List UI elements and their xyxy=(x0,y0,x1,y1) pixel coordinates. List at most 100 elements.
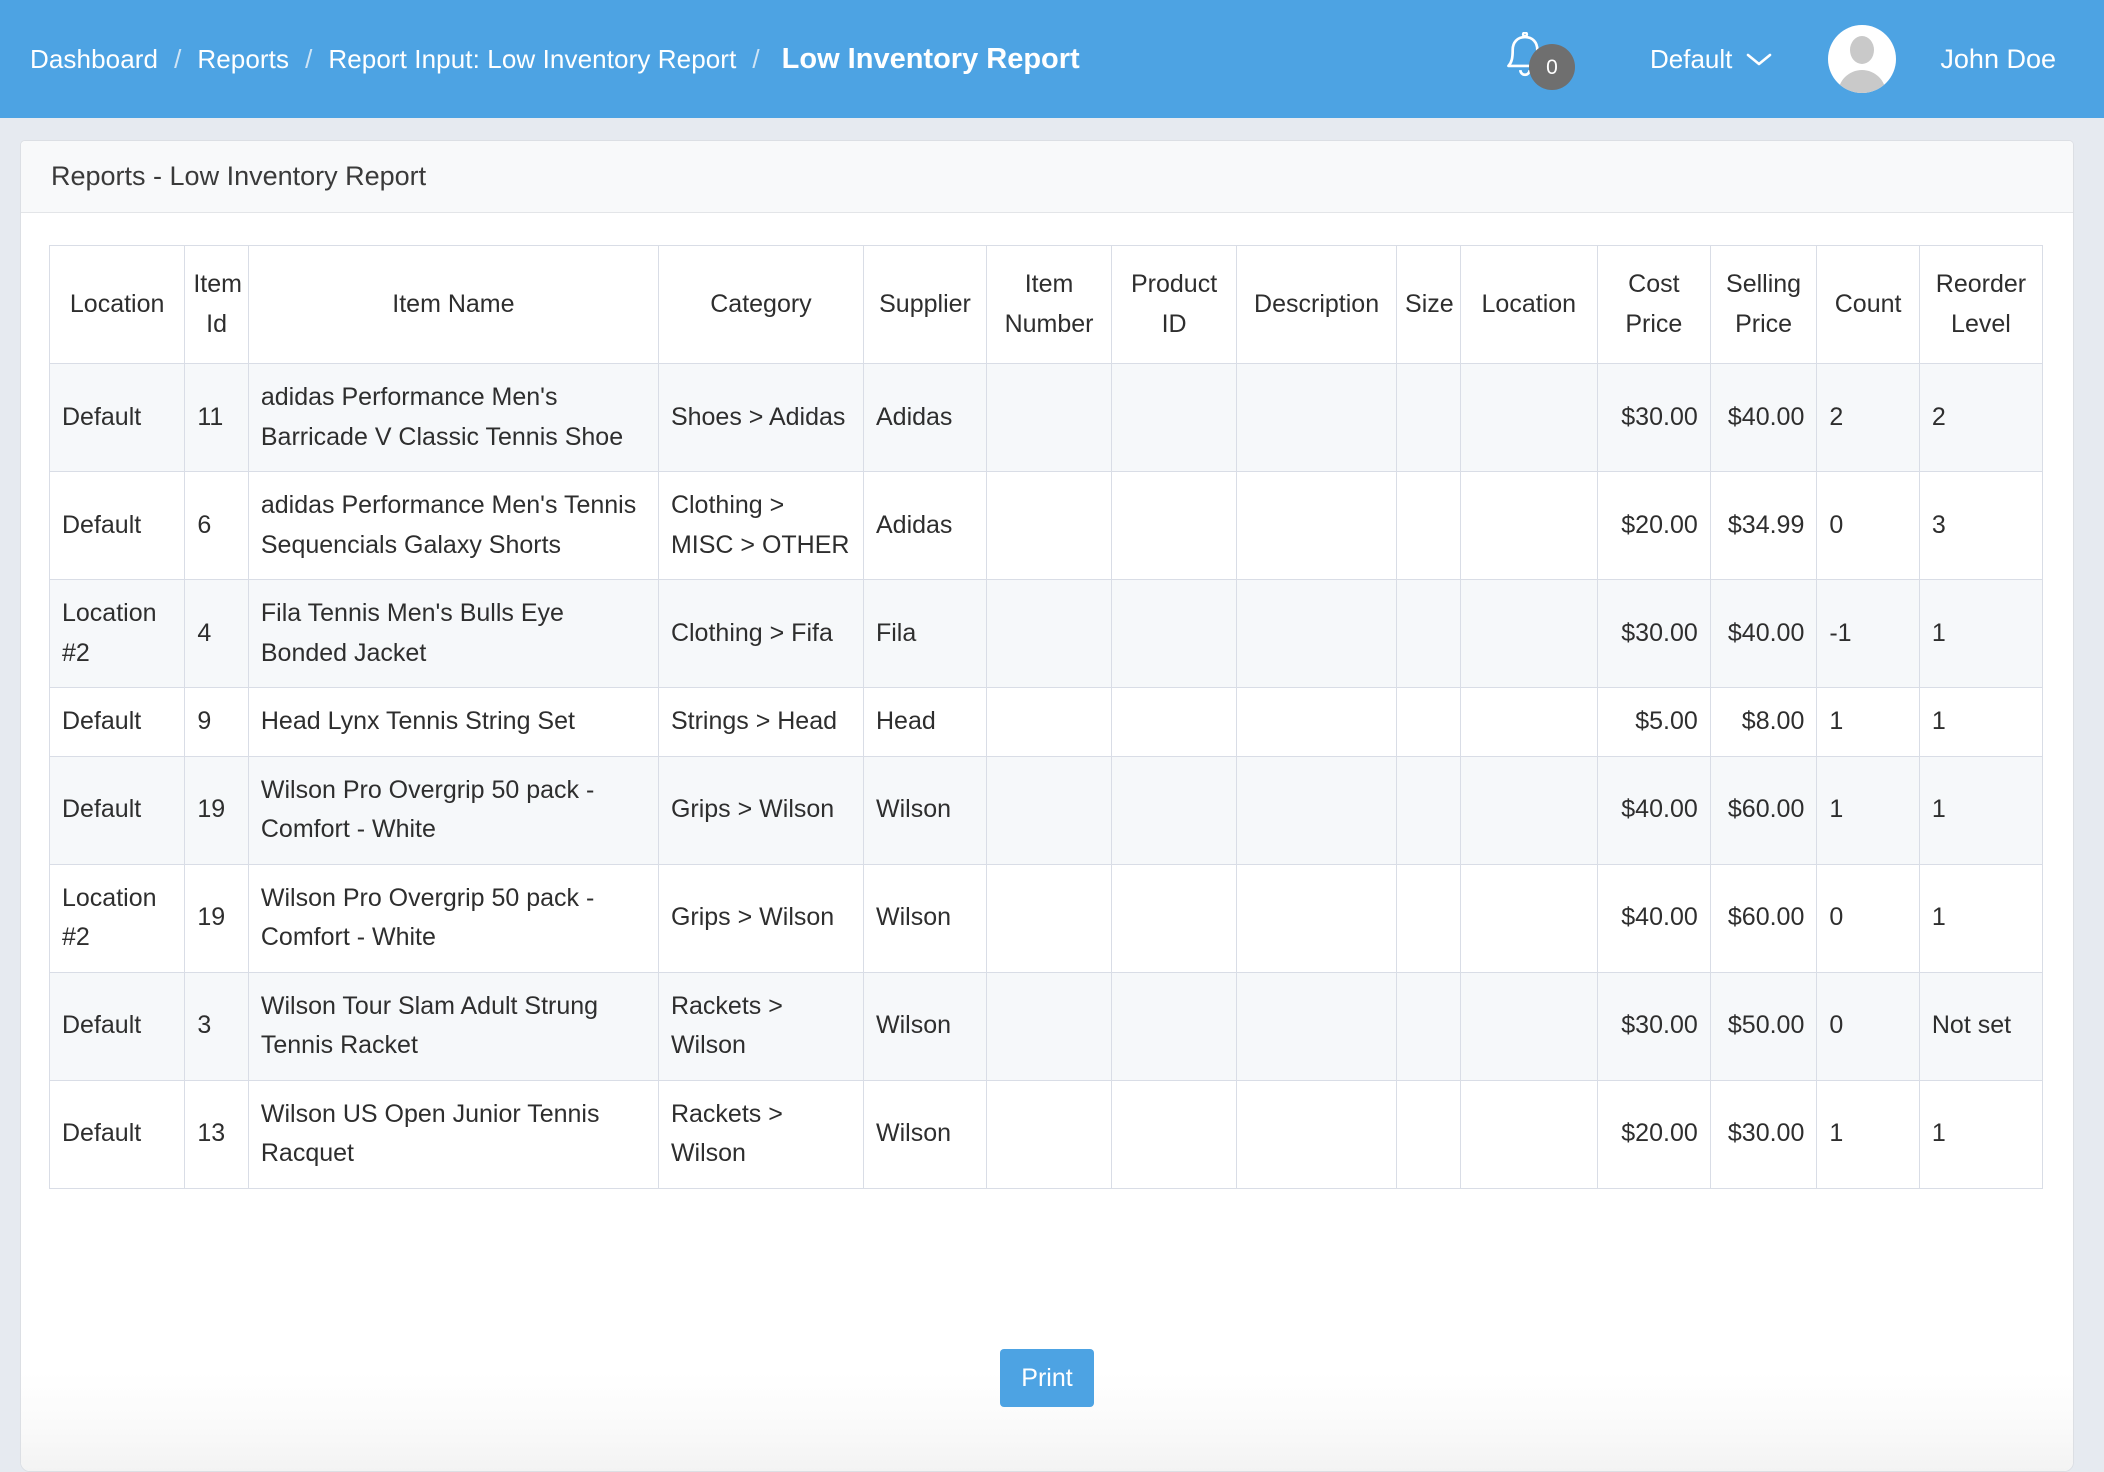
cell-location: Default xyxy=(50,688,185,757)
cell-item-id: 3 xyxy=(185,972,249,1080)
cell-size xyxy=(1397,1080,1461,1188)
page-scroll-gutter[interactable] xyxy=(2084,118,2104,1472)
table-header-row: Location Item Id Item Name Category Supp… xyxy=(50,246,2043,364)
cell-supplier: Wilson xyxy=(863,756,986,864)
column-header-product-id[interactable]: Product ID xyxy=(1112,246,1237,364)
cell-reorder-level: Not set xyxy=(1919,972,2042,1080)
cell-size xyxy=(1397,580,1461,688)
cell-count: 1 xyxy=(1817,756,1920,864)
cell-location-2 xyxy=(1460,756,1597,864)
cell-item-name: Head Lynx Tennis String Set xyxy=(248,688,658,757)
cell-cost-price: $40.00 xyxy=(1597,756,1710,864)
cell-location-2 xyxy=(1460,1080,1597,1188)
table-row: Default9Head Lynx Tennis String SetStrin… xyxy=(50,688,2043,757)
column-header-item-id[interactable]: Item Id xyxy=(185,246,249,364)
cell-item-id: 9 xyxy=(185,688,249,757)
column-header-supplier[interactable]: Supplier xyxy=(863,246,986,364)
cell-description xyxy=(1237,1080,1397,1188)
cell-supplier: Wilson xyxy=(863,972,986,1080)
cell-reorder-level: 1 xyxy=(1919,756,2042,864)
cell-selling-price: $8.00 xyxy=(1710,688,1817,757)
table-row: Default11adidas Performance Men's Barric… xyxy=(50,364,2043,472)
cell-size xyxy=(1397,972,1461,1080)
table-row: Default6adidas Performance Men's Tennis … xyxy=(50,472,2043,580)
cell-description xyxy=(1237,364,1397,472)
cell-item-name: Wilson Tour Slam Adult Strung Tennis Rac… xyxy=(248,972,658,1080)
cell-cost-price: $20.00 xyxy=(1597,472,1710,580)
column-header-selling-price[interactable]: Selling Price xyxy=(1710,246,1817,364)
notifications-button[interactable]: 0 xyxy=(1500,28,1576,90)
breadcrumb: Dashboard / Reports / Report Input: Low … xyxy=(30,43,1080,76)
user-name-label[interactable]: John Doe xyxy=(1940,44,2056,75)
cell-cost-price: $20.00 xyxy=(1597,1080,1710,1188)
column-header-item-number[interactable]: Item Number xyxy=(987,246,1112,364)
breadcrumb-item-dashboard[interactable]: Dashboard xyxy=(30,44,158,75)
cell-item-number xyxy=(987,756,1112,864)
notification-count-badge: 0 xyxy=(1529,44,1575,90)
cell-item-name: Wilson US Open Junior Tennis Racquet xyxy=(248,1080,658,1188)
table-header: Location Item Id Item Name Category Supp… xyxy=(50,246,2043,364)
column-header-reorder-level[interactable]: Reorder Level xyxy=(1919,246,2042,364)
cell-description xyxy=(1237,472,1397,580)
cell-cost-price: $30.00 xyxy=(1597,972,1710,1080)
cell-item-name: adidas Performance Men's Tennis Sequenci… xyxy=(248,472,658,580)
cell-item-name: Wilson Pro Overgrip 50 pack - Comfort - … xyxy=(248,756,658,864)
breadcrumb-separator: / xyxy=(752,44,759,75)
avatar[interactable] xyxy=(1828,25,1896,93)
cell-item-id: 13 xyxy=(185,1080,249,1188)
cell-count: 0 xyxy=(1817,972,1920,1080)
location-selector[interactable]: Default xyxy=(1650,44,1772,75)
breadcrumb-item-report-input[interactable]: Report Input: Low Inventory Report xyxy=(328,44,736,75)
cell-item-id: 4 xyxy=(185,580,249,688)
cell-location: Location #2 xyxy=(50,864,185,972)
cell-selling-price: $50.00 xyxy=(1710,972,1817,1080)
cell-location-2 xyxy=(1460,688,1597,757)
cell-description xyxy=(1237,864,1397,972)
page-title: Low Inventory Report xyxy=(782,43,1080,76)
cell-product-id xyxy=(1112,688,1237,757)
cell-item-number xyxy=(987,972,1112,1080)
panel-footer: Print xyxy=(21,1321,2073,1471)
cell-location: Default xyxy=(50,1080,185,1188)
report-panel: Reports - Low Inventory Report Location xyxy=(20,140,2074,1472)
table-row: Location #24Fila Tennis Men's Bulls Eye … xyxy=(50,580,2043,688)
location-selector-value: Default xyxy=(1650,44,1732,75)
cell-category: Strings > Head xyxy=(658,688,863,757)
topbar-right-cluster: 0 Default John Doe xyxy=(1500,0,2104,118)
cell-supplier: Fila xyxy=(863,580,986,688)
table-row: Location #219Wilson Pro Overgrip 50 pack… xyxy=(50,864,2043,972)
cell-reorder-level: 3 xyxy=(1919,472,2042,580)
breadcrumb-item-reports[interactable]: Reports xyxy=(197,44,289,75)
cell-item-number xyxy=(987,364,1112,472)
table-row: Default19Wilson Pro Overgrip 50 pack - C… xyxy=(50,756,2043,864)
cell-selling-price: $34.99 xyxy=(1710,472,1817,580)
cell-count: 1 xyxy=(1817,1080,1920,1188)
column-header-location-2[interactable]: Location xyxy=(1460,246,1597,364)
cell-item-id: 19 xyxy=(185,864,249,972)
cell-cost-price: $30.00 xyxy=(1597,580,1710,688)
column-header-cost-price[interactable]: Cost Price xyxy=(1597,246,1710,364)
column-header-category[interactable]: Category xyxy=(658,246,863,364)
cell-item-id: 19 xyxy=(185,756,249,864)
cell-supplier: Adidas xyxy=(863,364,986,472)
cell-count: -1 xyxy=(1817,580,1920,688)
cell-location: Default xyxy=(50,756,185,864)
column-header-size[interactable]: Size xyxy=(1397,246,1461,364)
cell-supplier: Wilson xyxy=(863,1080,986,1188)
column-header-item-name[interactable]: Item Name xyxy=(248,246,658,364)
cell-product-id xyxy=(1112,1080,1237,1188)
cell-reorder-level: 1 xyxy=(1919,688,2042,757)
cell-item-id: 6 xyxy=(185,472,249,580)
cell-selling-price: $40.00 xyxy=(1710,580,1817,688)
column-header-description[interactable]: Description xyxy=(1237,246,1397,364)
column-header-location[interactable]: Location xyxy=(50,246,185,364)
cell-cost-price: $5.00 xyxy=(1597,688,1710,757)
column-header-count[interactable]: Count xyxy=(1817,246,1920,364)
cell-item-id: 11 xyxy=(185,364,249,472)
panel-body: Location Item Id Item Name Category Supp… xyxy=(21,213,2073,1321)
cell-category: Rackets > Wilson xyxy=(658,1080,863,1188)
print-button[interactable]: Print xyxy=(1000,1349,1094,1407)
cell-product-id xyxy=(1112,472,1237,580)
chevron-down-icon xyxy=(1746,44,1772,75)
cell-product-id xyxy=(1112,864,1237,972)
